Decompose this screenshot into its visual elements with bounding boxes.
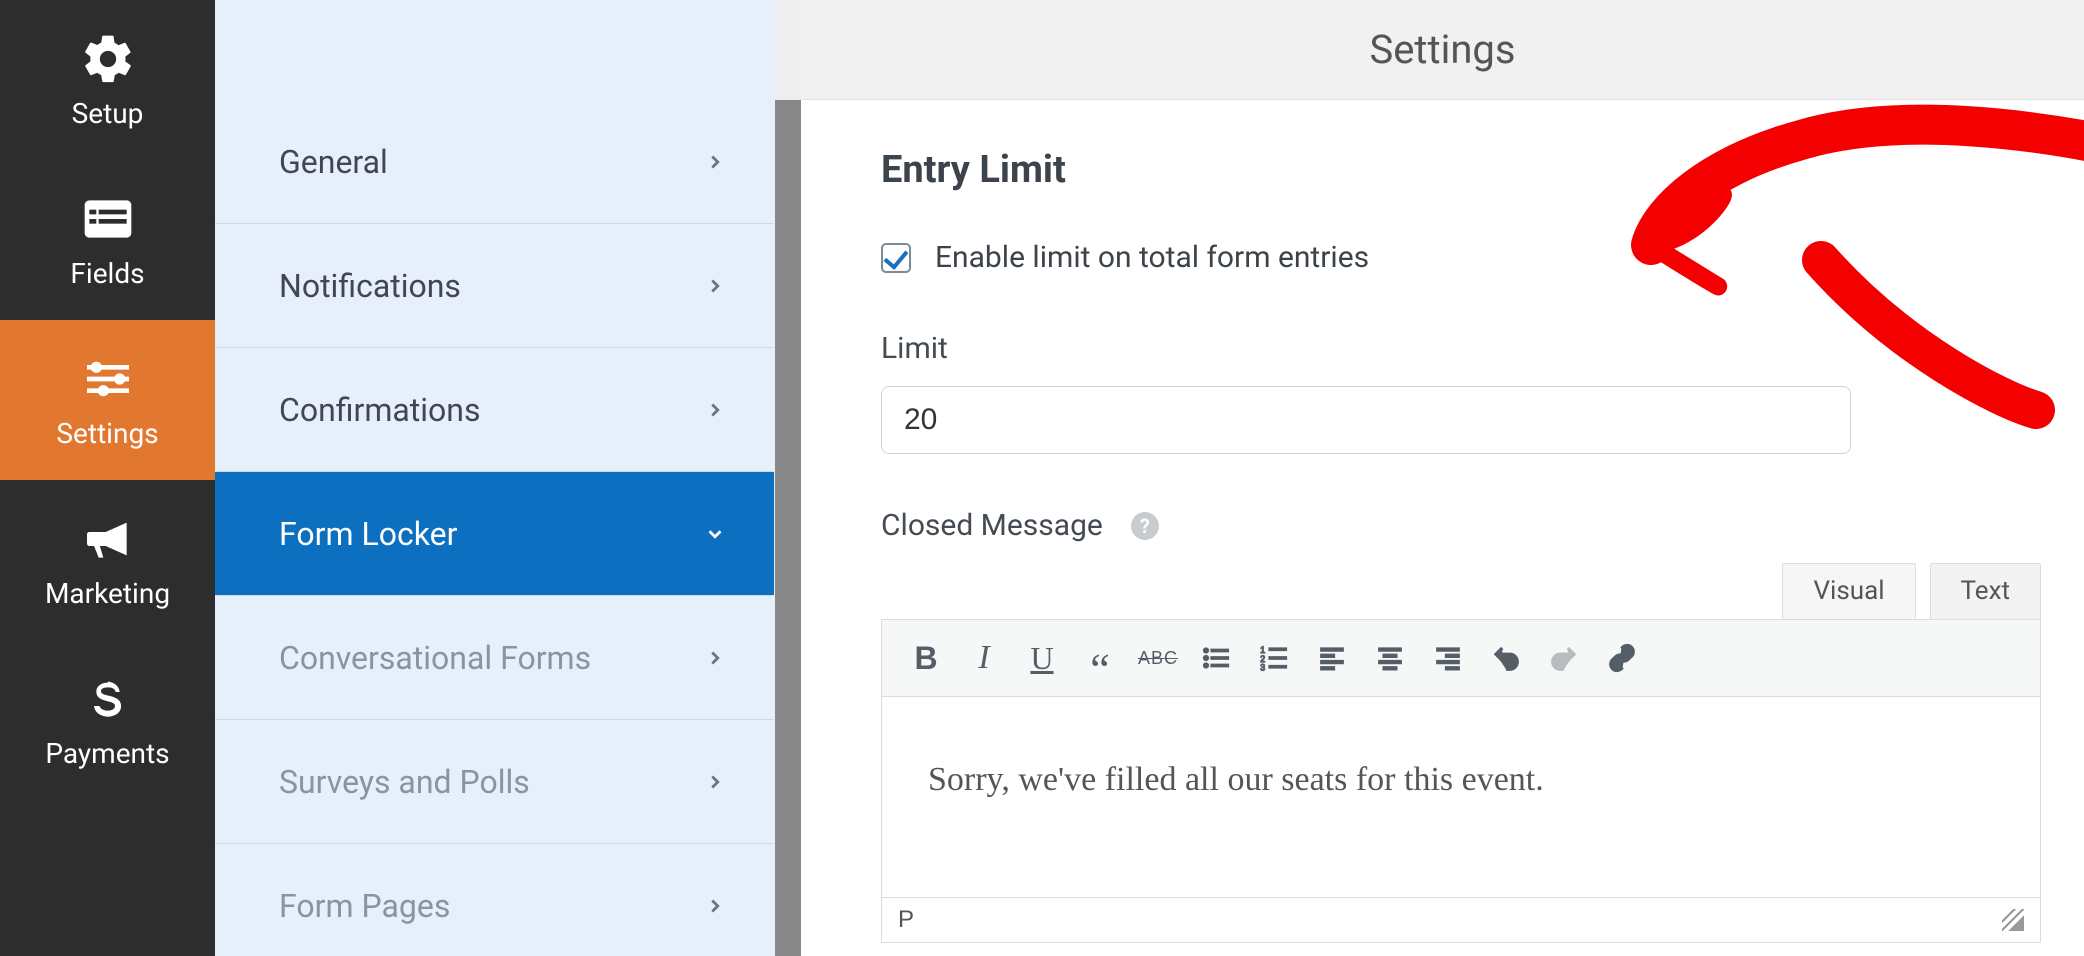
subnav-form-pages[interactable]: Form Pages (215, 844, 774, 956)
nav-payments[interactable]: Payments (0, 640, 215, 800)
settings-subnav: General Notifications Confirmations Form Lo… (215, 0, 775, 956)
toolbar-align-center-button[interactable] (1362, 630, 1418, 686)
chevron-right-icon (704, 771, 726, 793)
chevron-down-icon (704, 523, 726, 545)
editor-content[interactable]: Sorry, we've filled all our seats for th… (882, 697, 2040, 897)
nav-marketing-label: Marketing (45, 577, 170, 610)
nav-setup[interactable]: Setup (0, 0, 215, 160)
chevron-right-icon (704, 275, 726, 297)
dollar-icon (80, 671, 136, 727)
subnav-general[interactable]: General (215, 100, 774, 224)
subnav-form-pages-label: Form Pages (279, 887, 450, 925)
gear-icon (80, 31, 136, 87)
undo-icon (1491, 643, 1521, 673)
list-icon (80, 191, 136, 247)
toolbar-numbered-list-button[interactable]: 123 (1246, 630, 1302, 686)
editor-resize-handle[interactable] (2002, 909, 2024, 931)
bullet-list-icon (1201, 643, 1231, 673)
editor-status-path: P (898, 906, 914, 934)
subnav-surveys-and-polls-label: Surveys and Polls (279, 763, 530, 801)
nav-setup-label: Setup (72, 97, 144, 130)
chevron-right-icon (704, 151, 726, 173)
nav-marketing[interactable]: Marketing (0, 480, 215, 640)
subnav-conversational-forms-label: Conversational Forms (279, 639, 591, 677)
page-title: Settings (1369, 26, 1515, 73)
subnav-form-locker-label: Form Locker (279, 515, 457, 553)
chevron-right-icon (704, 895, 726, 917)
editor-tab-text[interactable]: Text (1930, 563, 2041, 619)
toolbar-bullet-list-button[interactable] (1188, 630, 1244, 686)
toolbar-italic-button[interactable]: I (956, 630, 1012, 686)
subnav-conversational-forms[interactable]: Conversational Forms (215, 596, 774, 720)
subnav-form-locker[interactable]: Form Locker (215, 472, 774, 596)
link-icon (1607, 643, 1637, 673)
toolbar-align-left-button[interactable] (1304, 630, 1360, 686)
svg-text:3: 3 (1260, 663, 1265, 673)
toolbar-undo-button[interactable] (1478, 630, 1534, 686)
bullhorn-icon (80, 511, 136, 567)
align-left-icon (1317, 643, 1347, 673)
primary-nav: Setup Fields Settings Marketing Payments (0, 0, 215, 956)
section-title-entry-limit: Entry Limit (881, 148, 2004, 192)
enable-entry-limit-checkbox[interactable] (881, 243, 911, 273)
help-icon[interactable]: ? (1131, 512, 1159, 540)
align-right-icon (1433, 643, 1463, 673)
toolbar-link-button[interactable] (1594, 630, 1650, 686)
toolbar-blockquote-button[interactable]: “ (1072, 630, 1128, 686)
nav-fields[interactable]: Fields (0, 160, 215, 320)
editor-tabs: Visual Text (881, 563, 2041, 619)
nav-payments-label: Payments (45, 737, 169, 770)
editor-tab-visual[interactable]: Visual (1782, 563, 1915, 619)
closed-message-editor: B I U “ ABC 123 (881, 619, 2041, 943)
subnav-confirmations-label: Confirmations (279, 391, 480, 429)
closed-message-label: Closed Message (881, 508, 1103, 543)
limit-label: Limit (881, 331, 2004, 366)
subnav-scrollbar[interactable] (775, 0, 801, 956)
toolbar-redo-button[interactable] (1536, 630, 1592, 686)
subnav-notifications[interactable]: Notifications (215, 224, 774, 348)
limit-input[interactable] (881, 386, 1851, 454)
subnav-general-label: General (279, 143, 388, 181)
toolbar-underline-button[interactable]: U (1014, 630, 1070, 686)
toolbar-strikethrough-button[interactable]: ABC (1130, 630, 1186, 686)
align-center-icon (1375, 643, 1405, 673)
subnav-notifications-label: Notifications (279, 267, 461, 305)
subnav-surveys-and-polls[interactable]: Surveys and Polls (215, 720, 774, 844)
enable-entry-limit-label: Enable limit on total form entries (935, 240, 1369, 275)
nav-settings-label: Settings (56, 417, 158, 450)
toolbar-bold-button[interactable]: B (898, 630, 954, 686)
chevron-right-icon (704, 647, 726, 669)
redo-icon (1549, 643, 1579, 673)
sliders-icon (80, 351, 136, 407)
editor-toolbar: B I U “ ABC 123 (882, 620, 2040, 697)
subnav-confirmations[interactable]: Confirmations (215, 348, 774, 472)
chevron-right-icon (704, 399, 726, 421)
toolbar-align-right-button[interactable] (1420, 630, 1476, 686)
subnav-spacer (215, 0, 774, 100)
page-header: Settings (801, 0, 2084, 100)
nav-fields-label: Fields (70, 257, 144, 290)
enable-entry-limit-row[interactable]: Enable limit on total form entries (881, 240, 2004, 275)
nav-settings[interactable]: Settings (0, 320, 215, 480)
numbered-list-icon: 123 (1259, 643, 1289, 673)
